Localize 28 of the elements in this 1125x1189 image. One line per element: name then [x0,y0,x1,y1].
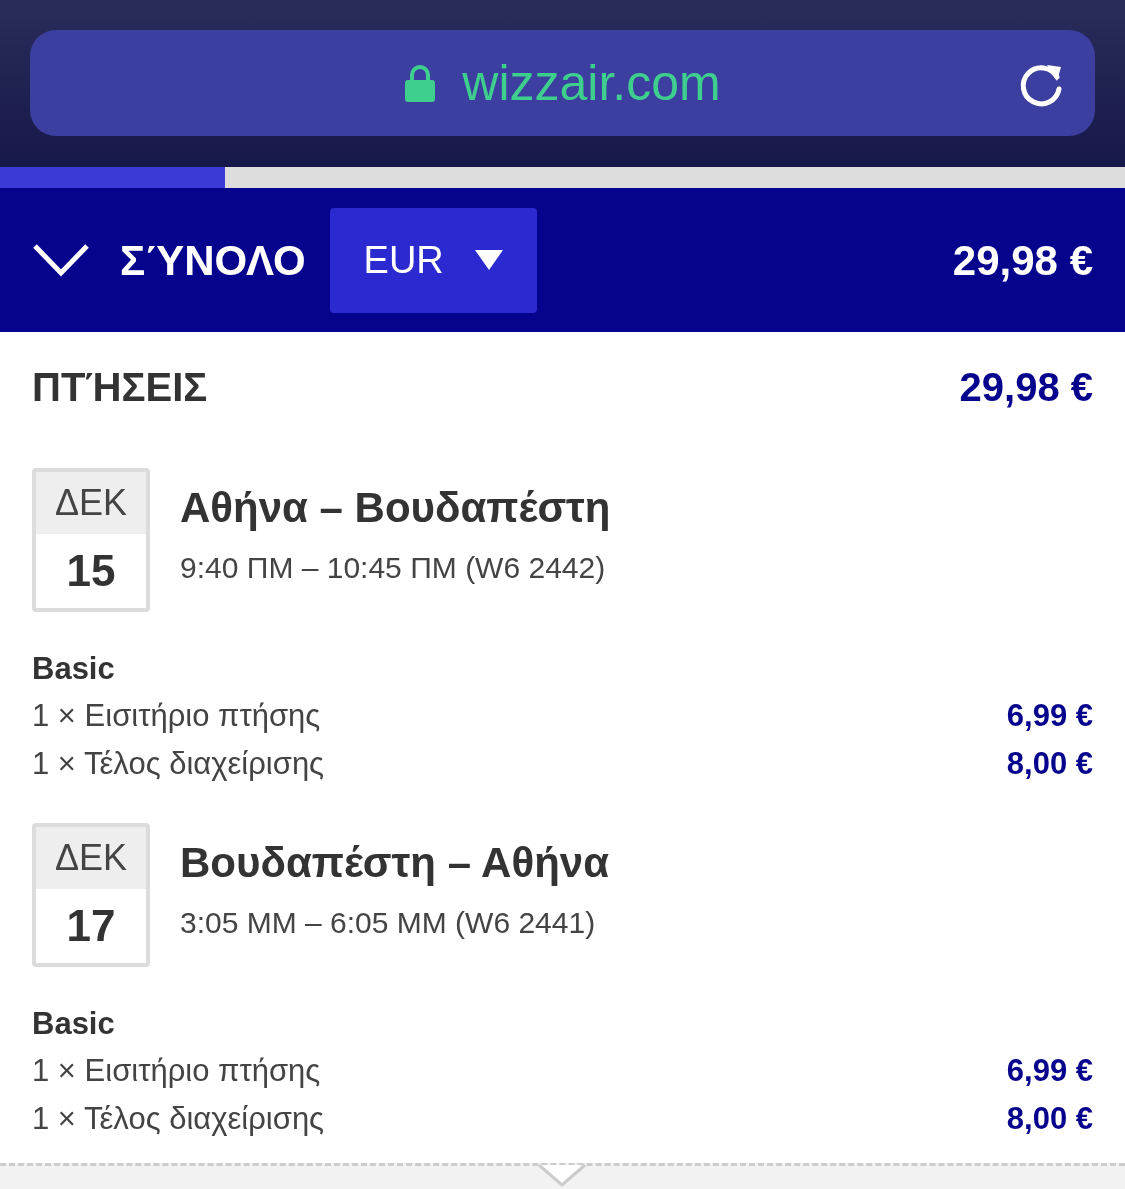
caret-icon [474,250,503,270]
fee-label: 1 × Εισιτήριο πτήσης [32,697,321,736]
date-month: ΔΕΚ [36,826,146,889]
address-bar[interactable]: wizzair.com [30,30,1095,136]
fee-price: 8,00 € [1006,1099,1093,1138]
url-text: wizzair.com [462,53,721,113]
chevron-icon[interactable] [32,243,90,277]
section-title: ΠΤΉΣΕΙΣ [32,364,208,411]
lock-icon [404,63,437,103]
fee-label: 1 × Εισιτήριο πτήσης [32,1051,321,1090]
section-total: 29,98 € [959,364,1093,411]
date-day: 17 [36,888,146,963]
flight-times: 9:40 ΠΜ – 10:45 ΠΜ (W6 2442) [180,550,607,586]
fee-label: 1 × Τέλος διαχείρισης [32,745,325,784]
fare-name: Basic [32,1004,116,1043]
fare-name: Basic [32,650,116,688]
fee-price: 8,00 € [1006,745,1093,784]
fee-price: 6,99 € [1006,1051,1093,1090]
flight-route: Βουδαπέστη – Αθήνα [180,837,609,888]
date-day: 15 [36,534,146,608]
flight-times: 3:05 ΜΜ – 6:05 ΜΜ (W6 2441) [180,904,597,941]
summary-title: ΣΎΝΟΛΟ [120,235,306,286]
fee-label: 1 × Τέλος διαχείρισης [32,1099,325,1138]
flight-route: Αθήνα – Βουδαπέστη [180,483,611,533]
summary-total: 29,98 € [952,235,1093,286]
date-month: ΔΕΚ [36,472,146,534]
currency-dropdown[interactable]: EUR [329,207,537,313]
fee-price: 6,99 € [1006,697,1093,736]
